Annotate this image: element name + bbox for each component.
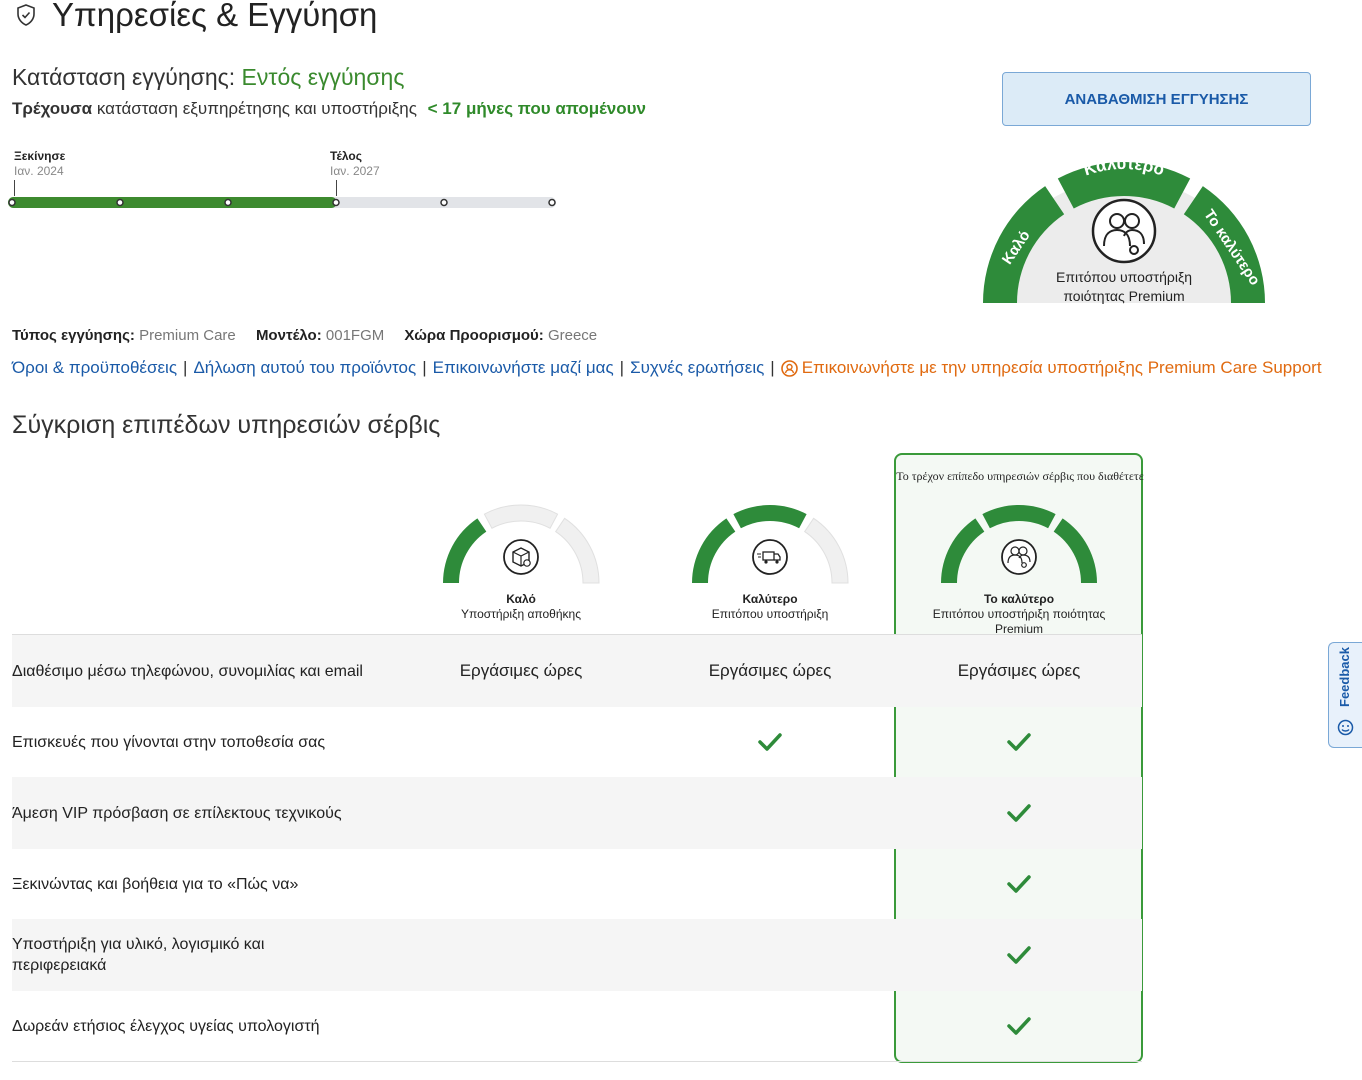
- check-icon: [645, 706, 895, 778]
- timeline-end-date: Ιαν. 2027: [330, 164, 380, 178]
- check-icon: [894, 706, 1144, 778]
- row-label: Ξεκινώντας και βοήθεια για το «Πώς να»: [12, 875, 299, 893]
- row-cell: [645, 919, 895, 991]
- row-cell: Εργάσιμες ώρες: [708, 661, 832, 680]
- row-label: Υποστήριξη για υλικό, λογισμικό και περι…: [12, 936, 265, 974]
- check-icon: [894, 919, 1144, 991]
- model-value: 001FGM: [325, 327, 385, 344]
- timeline-marker: [332, 198, 340, 207]
- support-agent-icon: [780, 359, 798, 377]
- terms-link[interactable]: Όροι & προϋποθέσεις: [12, 358, 177, 378]
- country-value: Greece: [547, 327, 598, 344]
- tier-good: Καλό Υποστήριξη αποθήκης: [421, 503, 621, 622]
- comparison-title: Σύγκριση επιπέδων υπηρεσιών σέρβις: [12, 411, 441, 439]
- upgrade-warranty-button[interactable]: ΑΝΑΒΑΘΜΙΣΗ ΕΓΓΥΗΣΗΣ: [1002, 72, 1311, 126]
- comparison-row: Επισκευές που γίνονται στην τοποθεσία σα…: [12, 706, 1142, 778]
- gauge-segment-good: [443, 518, 487, 583]
- gauge-segment-better: [733, 505, 807, 529]
- timeline-start-label: Ξεκίνησε: [14, 149, 66, 163]
- row-label: Δωρεάν ετήσιος έλεγχος υγείας υπολογιστή: [12, 1017, 320, 1035]
- gauge-segment-best: [554, 517, 600, 584]
- model-label: Μοντέλο:: [255, 327, 322, 344]
- timeline-progress: [8, 197, 337, 208]
- comparison-row: Υποστήριξη για υλικό, λογισμικό και περι…: [12, 919, 1142, 991]
- country-label: Χώρα Προορισμού:: [404, 327, 544, 344]
- tier-subtitle: Επιτόπου υποστήριξη: [711, 607, 829, 621]
- tier-subtitle: Υποστήριξη αποθήκης: [460, 607, 581, 621]
- row-label: Διαθέσιμο μέσω τηλεφώνου, συνομιλίας και…: [12, 662, 363, 680]
- check-icon: [894, 990, 1144, 1062]
- gauge-segment-better: [483, 504, 559, 529]
- row-cell: [645, 848, 895, 920]
- page-title: Υπηρεσίες & Εγγύηση: [14, 0, 377, 34]
- contact-us-link[interactable]: Επικοινωνήστε μαζί μας: [433, 358, 614, 378]
- smiley-icon: [1337, 719, 1354, 736]
- timeline-marker: [440, 198, 448, 207]
- tier-best: Το καλύτερο Επιτόπου υποστήριξη ποιότητα…: [919, 503, 1119, 637]
- gauge-segment-better: [982, 505, 1056, 529]
- premium-support-link[interactable]: Επικοινωνήστε με την υπηρεσία υποστήριξη…: [780, 358, 1322, 378]
- months-remaining: < 17 μήνες που απομένουν: [427, 99, 646, 118]
- warranty-substatus: Τρέχουσα κατάσταση εξυπηρέτησης και υποσ…: [12, 99, 646, 119]
- warranty-status-value: Εντός εγγύησης: [241, 64, 405, 90]
- row-cell: [396, 706, 646, 778]
- row-cell: [396, 777, 646, 849]
- tier-subtitle: Επιτόπου υποστήριξη ποιότητας Premium: [932, 607, 1106, 636]
- comparison-row: Ξεκινώντας και βοήθεια για το «Πώς να»: [12, 848, 1142, 920]
- check-icon: [894, 848, 1144, 920]
- page-title-text: Υπηρεσίες & Εγγύηση: [52, 0, 378, 33]
- warranty-type-label: Τύπος εγγύησης:: [12, 327, 135, 344]
- links-row: Όροι & προϋποθέσεις | Δήλωση αυτού του π…: [12, 358, 1322, 378]
- row-cell: [645, 990, 895, 1062]
- premium-support-icon: [1091, 198, 1157, 264]
- row-cell: [396, 919, 646, 991]
- tier-name: Καλό: [506, 592, 536, 606]
- comparison-row: Δωρεάν ετήσιος έλεγχος υγείας υπολογιστή: [12, 990, 1142, 1062]
- row-cell: Εργάσιμες ώρες: [459, 661, 583, 680]
- warranty-type-value: Premium Care: [139, 327, 236, 344]
- tier-better: Καλύτερο Επιτόπου υποστήριξη: [670, 503, 870, 622]
- premium-support-link-text: Επικοινωνήστε με την υπηρεσία υποστήριξη…: [801, 358, 1322, 377]
- check-icon: [894, 777, 1144, 849]
- row-cell: [645, 777, 895, 849]
- row-cell: [396, 990, 646, 1062]
- feedback-label: Feedback: [1337, 647, 1352, 707]
- substatus-bold: Τρέχουσα: [12, 99, 93, 118]
- timeline-marker: [548, 198, 556, 207]
- timeline-end-label: Τέλος: [330, 149, 362, 163]
- gauge-segment-good: [692, 518, 736, 583]
- gauge-segment-best: [803, 517, 849, 584]
- current-tier-caption: Το τρέχον επίπεδο υπηρεσιών σέρβις που δ…: [896, 469, 1144, 483]
- comparison-row: Άμεση VIP πρόσβαση σε επίλεκτους τεχνικο…: [12, 777, 1142, 849]
- timeline-start-date: Ιαν. 2024: [14, 164, 64, 178]
- faq-link[interactable]: Συχνές ερωτήσεις: [630, 358, 764, 378]
- gauge-segment-best: [1053, 518, 1097, 583]
- gauge-segment-good: [941, 518, 985, 583]
- row-label: Άμεση VIP πρόσβαση σε επίλεκτους τεχνικο…: [12, 804, 342, 822]
- shield-check-icon: [17, 4, 35, 26]
- row-cell: [396, 848, 646, 920]
- feedback-tab[interactable]: Feedback: [1328, 642, 1362, 748]
- tier-gauge: [692, 505, 849, 584]
- row-label: Επισκευές που γίνονται στην τοποθεσία σα…: [12, 733, 326, 751]
- warranty-status-label: Κατάσταση εγγύησης:: [12, 64, 236, 90]
- gauge-caption-line2: ποιότητας Premium: [1063, 288, 1184, 304]
- timeline-marker: [224, 198, 232, 207]
- timeline-marker: [8, 198, 16, 207]
- service-level-gauge: Καλύτερο Καλό Το καλύτερο Επιτόπου υποστ…: [983, 158, 1265, 304]
- tier-name: Το καλύτερο: [983, 592, 1055, 606]
- divider: [12, 1061, 1142, 1062]
- comparison-row: Διαθέσιμο μέσω τηλεφώνου, συνομιλίας και…: [12, 635, 1142, 707]
- substatus-text: κατάσταση εξυπηρέτησης και υποστήριξης: [96, 99, 417, 118]
- warranty-info: Τύπος εγγύησης: Premium Care Μοντέλο: 00…: [12, 327, 613, 344]
- tier-gauge: [941, 505, 1097, 583]
- tier-name: Καλύτερο: [742, 592, 798, 606]
- warranty-timeline: [8, 197, 556, 208]
- gauge-caption-line1: Επιτόπου υποστήριξη: [1056, 269, 1192, 285]
- warranty-status: Κατάσταση εγγύησης: Εντός εγγύησης: [12, 64, 404, 91]
- timeline-marker: [116, 198, 124, 207]
- row-cell: Εργάσιμες ώρες: [957, 661, 1081, 680]
- register-product-link[interactable]: Δήλωση αυτού του προϊόντος: [193, 358, 416, 378]
- tier-gauge: [443, 504, 600, 584]
